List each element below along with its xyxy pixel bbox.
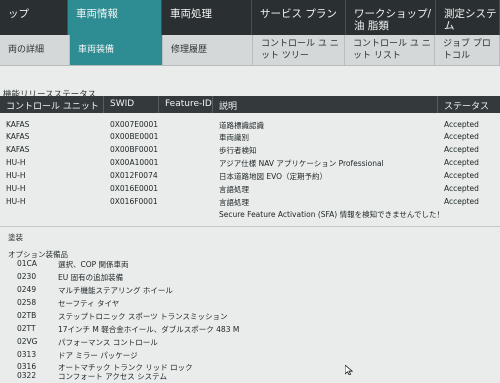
cell-description: 言語処理 xyxy=(219,185,249,194)
option-label: ステップトロニック スポーツ トランスミッション xyxy=(58,312,228,321)
list-item: 0230 EU 固有の追加装備 xyxy=(0,271,500,284)
table-header: コントロール ユニット SWID Feature-ID 説明 ステータス xyxy=(0,96,500,113)
option-code: 02TB xyxy=(17,311,37,320)
option-label: 選択、COP 関係車両 xyxy=(58,260,129,269)
option-code: 02TT xyxy=(17,324,36,333)
option-code: 0322 xyxy=(17,371,37,380)
table-row[interactable]: HU-H 0X012F0074 日本道路地図 EVO（定期予約） Accepte… xyxy=(0,170,500,182)
cell-description: 道路標識認識 xyxy=(219,121,264,130)
cell-swid: 0X00A10001 xyxy=(110,158,159,167)
cell-description: 日本道路地図 EVO（定期予約） xyxy=(219,172,328,181)
cell-swid: 0X00BF0001 xyxy=(110,145,158,154)
list-item: 02VG パフォーマンス コントロール xyxy=(0,336,500,349)
subtab-control-unit-list[interactable]: コントロール ユ ニット リスト xyxy=(345,35,435,65)
table-row[interactable]: HU-H 0X016F0001 言語処理 Accepted xyxy=(0,196,500,208)
column-header-control-unit[interactable]: コントロール ユニット xyxy=(6,99,99,112)
cell-swid: 0X007E0001 xyxy=(110,120,159,129)
list-item: 0322 コンフォート アクセス システム xyxy=(0,370,500,383)
table-row[interactable]: HU-H 0X00A10001 アジア仕様 NAV アプリケーション Profe… xyxy=(0,157,500,169)
tab-measurement-system[interactable]: 測定システム xyxy=(436,0,500,35)
tab-top[interactable]: ップ xyxy=(0,0,68,35)
option-label: マルチ機能ステアリング ホイール xyxy=(58,286,173,295)
cell-status: Accepted xyxy=(444,171,479,180)
option-code: 0258 xyxy=(17,298,37,307)
option-label: セーフティ タイヤ xyxy=(58,299,120,308)
cell-control-unit: HU-H xyxy=(6,184,26,193)
cell-swid: 0X016E0001 xyxy=(110,184,159,193)
column-divider xyxy=(158,96,159,113)
cell-description: アジア仕様 NAV アプリケーション Professional xyxy=(219,159,384,168)
list-item: 0258 セーフティ タイヤ xyxy=(0,297,500,310)
top-navigation: ップ 車両情報 車両処理 サービス プラン ワークショップ/ 油 脂類 測定シス… xyxy=(0,0,500,35)
cell-description: 言語処理 xyxy=(219,198,249,207)
table-row[interactable]: KAFAS 0X00BE0001 車両識別 Accepted xyxy=(0,131,500,143)
option-code: 0313 xyxy=(17,350,37,359)
tab-vehicle-info[interactable]: 車両情報 xyxy=(68,0,162,35)
sfa-notice: Secure Feature Activation (SFA) 情報を検知できま… xyxy=(219,210,444,219)
section-divider xyxy=(0,226,500,227)
option-code: 02VG xyxy=(17,337,38,346)
list-item: 02TT 17インチ M 軽合金ホイール、ダブルスポーク 483 M xyxy=(0,323,500,336)
cell-description: 車両識別 xyxy=(219,133,249,142)
cell-control-unit: HU-H xyxy=(6,171,26,180)
option-code: 0249 xyxy=(17,285,37,294)
subtab-vehicle-details[interactable]: 両の詳細 xyxy=(0,35,70,65)
cell-status: Accepted xyxy=(444,158,479,167)
list-item: 02TB ステップトロニック スポーツ トランスミッション xyxy=(0,310,500,323)
cell-control-unit: KAFAS xyxy=(6,132,30,141)
tab-vehicle-processing[interactable]: 車両処理 xyxy=(162,0,252,35)
cell-status: Accepted xyxy=(444,197,479,206)
column-header-status[interactable]: ステータス xyxy=(444,99,489,112)
tab-workshop-fluids[interactable]: ワークショップ/ 油 脂類 xyxy=(346,0,436,35)
cell-swid: 0X016F0001 xyxy=(110,197,158,206)
table-notice-row: Secure Feature Activation (SFA) 情報を検知できま… xyxy=(0,208,500,220)
option-label: EU 固有の追加装備 xyxy=(58,273,124,282)
subtab-control-unit-tree[interactable]: コントロール ユ ニット ツリー xyxy=(253,35,345,65)
option-label: コンフォート アクセス システム xyxy=(58,372,167,381)
list-item: 01CA 選択、COP 関係車両 xyxy=(0,258,500,271)
subtab-job-protocol[interactable]: ジョブ プロトコル xyxy=(435,35,500,65)
cell-control-unit: KAFAS xyxy=(6,145,30,154)
cell-status: Accepted xyxy=(444,145,479,154)
cell-control-unit: KAFAS xyxy=(6,120,30,129)
cell-swid: 0X00BE0001 xyxy=(110,132,159,141)
cell-control-unit: HU-H xyxy=(6,158,26,167)
cell-status: Accepted xyxy=(444,184,479,193)
column-header-feature-id[interactable]: Feature-ID xyxy=(165,99,212,109)
subtab-repair-history[interactable]: 修理履歴 xyxy=(163,35,253,65)
column-divider xyxy=(212,96,213,113)
cell-status: Accepted xyxy=(444,132,479,141)
table-row[interactable]: KAFAS 0X00BF0001 歩行者検知 Accepted xyxy=(0,144,500,156)
column-header-swid[interactable]: SWID xyxy=(110,99,134,109)
table-row[interactable]: HU-H 0X016E0001 言語処理 Accepted xyxy=(0,183,500,195)
column-header-description[interactable]: 説明 xyxy=(219,99,237,112)
column-divider xyxy=(437,96,438,113)
cell-control-unit: HU-H xyxy=(6,197,26,206)
cell-swid: 0X012F0074 xyxy=(110,171,158,180)
sub-navigation: 両の詳細 車両装備 修理履歴 コントロール ユ ニット ツリー コントロール ユ… xyxy=(0,35,500,66)
cell-description: 歩行者検知 xyxy=(219,146,257,155)
column-divider xyxy=(103,96,104,113)
paint-section-label: 塗装 xyxy=(8,233,23,242)
option-label: ドア ミラー パッケージ xyxy=(58,351,138,360)
table-row[interactable]: KAFAS 0X007E0001 道路標識認識 Accepted xyxy=(0,119,500,131)
cell-status: Accepted xyxy=(444,120,479,129)
tab-service-plan[interactable]: サービス プラン xyxy=(252,0,346,35)
option-label: パフォーマンス コントロール xyxy=(58,338,158,347)
option-code: 0230 xyxy=(17,272,37,281)
option-label: 17インチ M 軽合金ホイール、ダブルスポーク 483 M xyxy=(58,325,240,334)
option-code: 01CA xyxy=(17,259,37,268)
subtab-vehicle-equipment[interactable]: 車両装備 xyxy=(70,35,163,65)
mouse-cursor-icon xyxy=(345,365,353,375)
list-item: 0249 マルチ機能ステアリング ホイール xyxy=(0,284,500,297)
